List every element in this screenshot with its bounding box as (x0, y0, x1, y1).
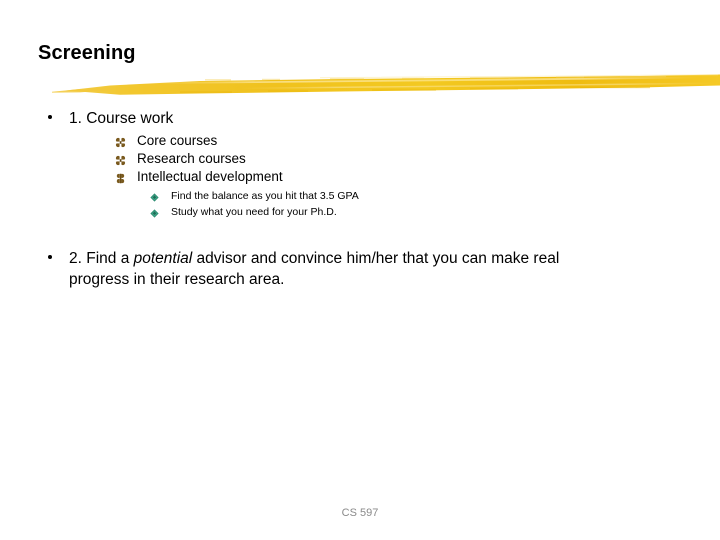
slide: Screening 1. Course work Core courses Re… (0, 0, 720, 540)
flower-bullet-icon (115, 171, 126, 184)
list-item-label: 2. Find a potential advisor and convince… (69, 248, 620, 290)
gem-bullet-icon (150, 192, 159, 202)
list-item-label: Study what you need for your Ph.D. (171, 206, 337, 218)
list-item-level3: Study what you need for your Ph.D. (150, 205, 337, 220)
list-item-level2: Intellectual development (115, 168, 283, 186)
list-item-level2: Core courses (115, 132, 217, 150)
gem-bullet-icon (150, 208, 159, 218)
list-item-label: Research courses (137, 151, 246, 166)
flower-bullet-icon (115, 135, 126, 148)
list-item-label: Intellectual development (137, 169, 283, 184)
emphasis-text: potential (133, 250, 193, 267)
slide-footer-label: CS 597 (341, 507, 379, 519)
list-item-level1: 1. Course work (48, 108, 548, 129)
list-item-label-part: 2. Find a (69, 250, 134, 267)
list-item-label: Find the balance as you hit that 3.5 GPA (171, 190, 359, 202)
flower-bullet-icon (115, 153, 126, 166)
list-item-level2: Research courses (115, 150, 246, 168)
slide-body: 1. Course work Core courses Research cou… (0, 0, 720, 540)
bullet-dot-icon (48, 255, 52, 259)
list-item-label: 1. Course work (69, 110, 174, 127)
list-item-level1: 2. Find a potential advisor and convince… (48, 248, 620, 290)
list-item-label: Core courses (137, 133, 218, 148)
list-item-level3: Find the balance as you hit that 3.5 GPA (150, 189, 359, 204)
bullet-dot-icon (48, 115, 52, 119)
